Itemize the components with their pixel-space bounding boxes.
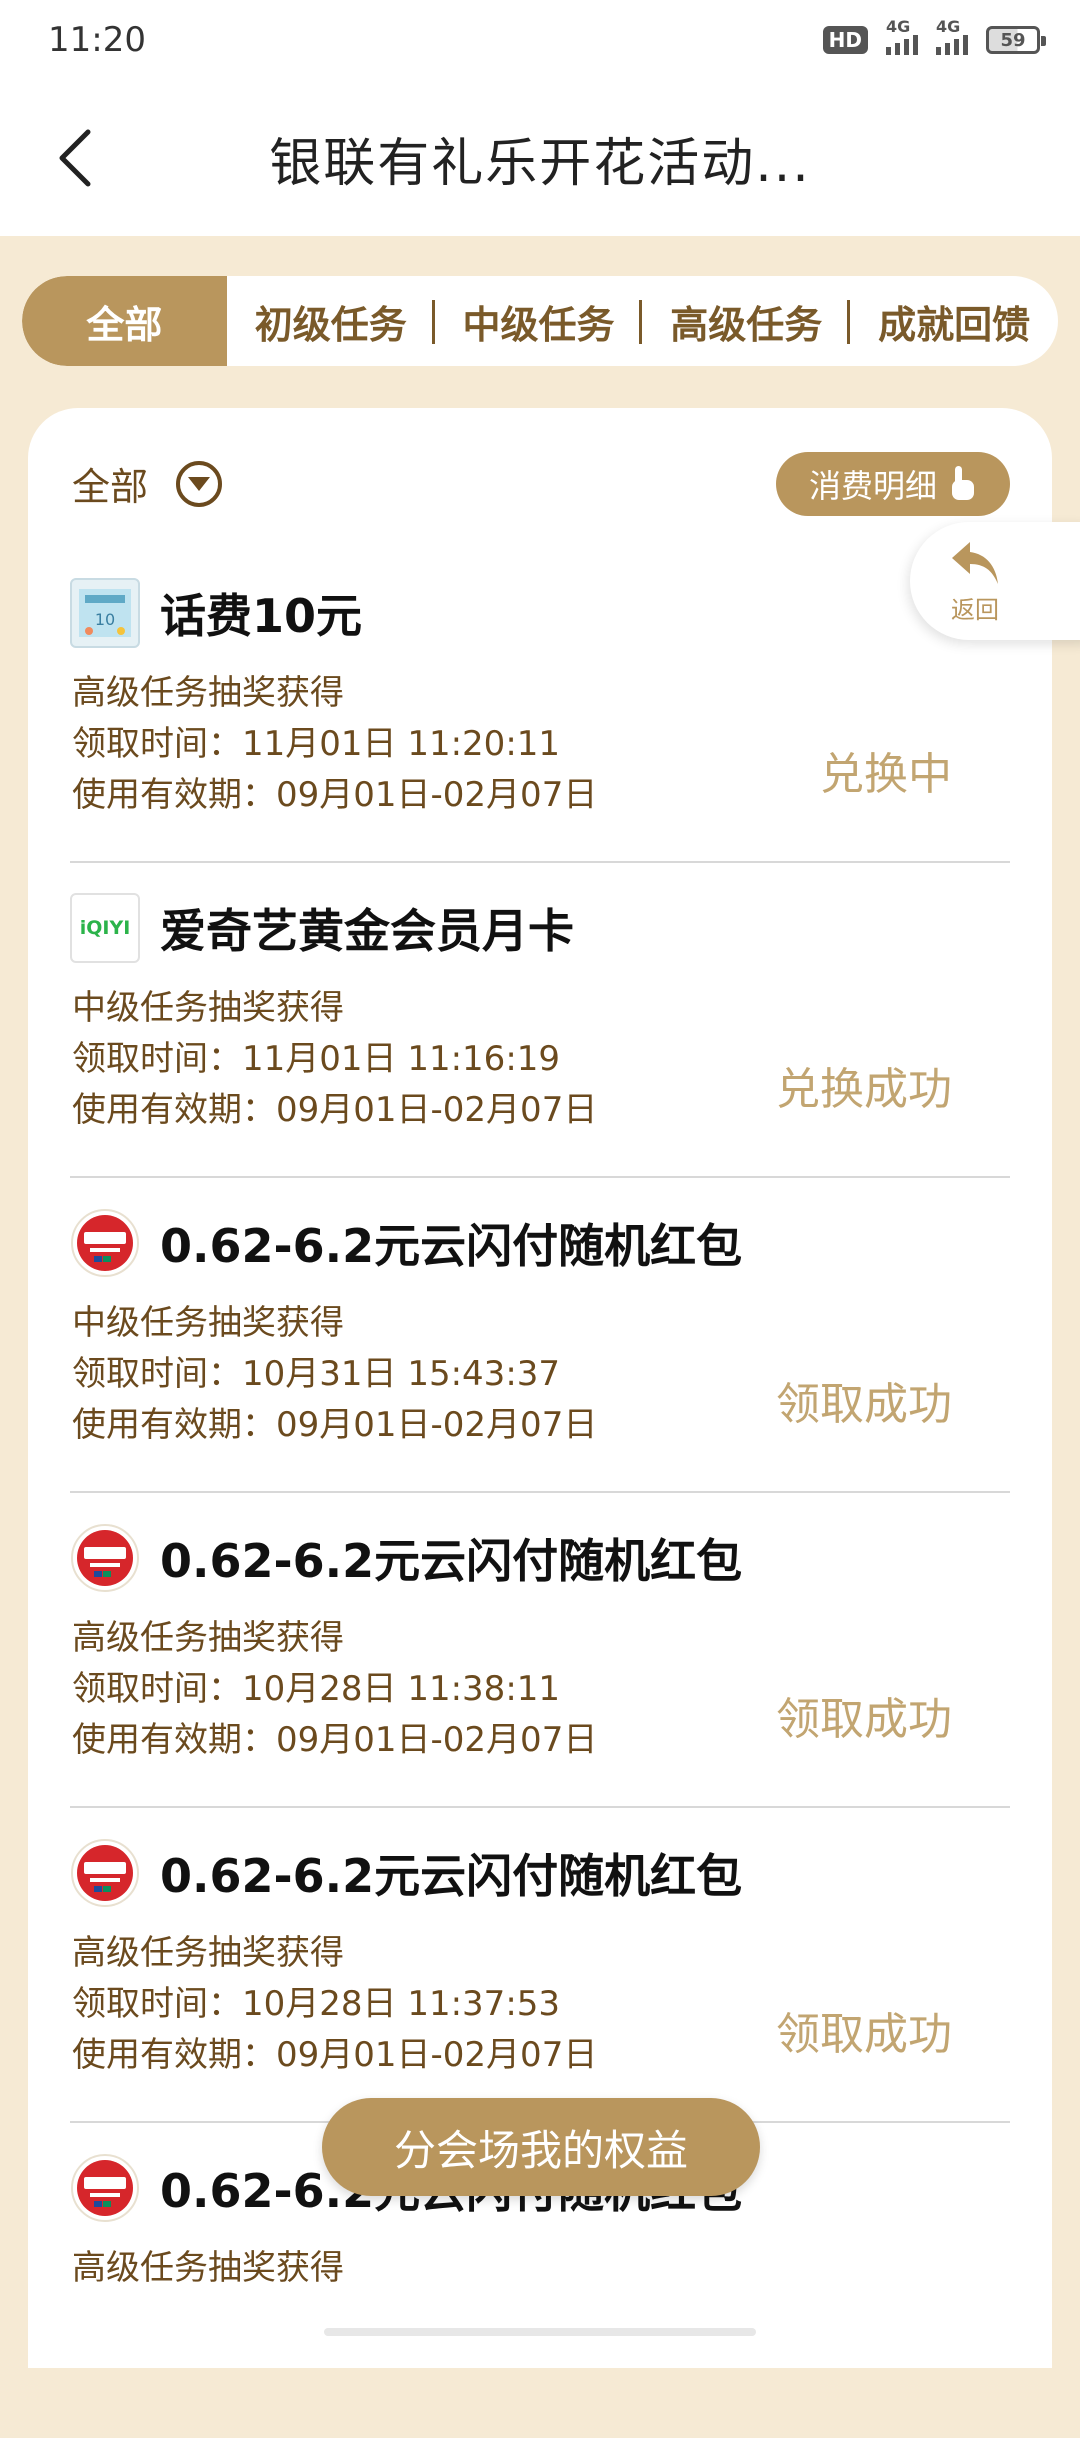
signal-icon: 4G [936, 17, 968, 55]
battery-icon: 59 [986, 26, 1046, 54]
item-claim-time: 领取时间：10月28日 11:38:11 [72, 1669, 561, 1709]
dropdown-circle-icon [176, 460, 223, 507]
return-arrow-icon [952, 541, 998, 584]
tab-intermediate[interactable]: 中级任务 [435, 276, 643, 366]
item-claim-time: 领取时间：11月01日 11:16:19 [72, 1039, 561, 1079]
item-status: 兑换中 [820, 749, 952, 800]
item-status: 领取成功 [776, 2009, 952, 2060]
list-item[interactable]: 0.62-6.2元云闪付随机红包 高级任务抽奖获得 领取时间：10月28日 11… [70, 1808, 1010, 2123]
list-item[interactable]: 0.62-6.2元云闪付随机红包 高级任务抽奖获得 领取时间：10月28日 11… [70, 1493, 1010, 1808]
back-button[interactable] [44, 126, 104, 190]
tab-beginner[interactable]: 初级任务 [227, 276, 435, 366]
item-claim-time: 领取时间：10月28日 11:37:53 [72, 1984, 561, 2024]
item-source: 中级任务抽奖获得 [72, 1303, 344, 1343]
item-name: 0.62-6.2元云闪付随机红包 [160, 1849, 743, 1903]
status-time: 11:20 [48, 20, 146, 60]
item-status: 兑换成功 [776, 1064, 952, 1115]
item-status: 领取成功 [776, 1694, 952, 1745]
item-claim-time: 领取时间：10月31日 15:43:37 [72, 1354, 561, 1394]
tab-advanced[interactable]: 高级任务 [642, 276, 850, 366]
item-valid-period: 使用有效期：09月01日-02月07日 [72, 775, 598, 815]
item-source: 高级任务抽奖获得 [72, 2248, 344, 2288]
item-source: 高级任务抽奖获得 [72, 673, 344, 713]
item-name: 0.62-6.2元云闪付随机红包 [160, 1534, 743, 1588]
item-source: 高级任务抽奖获得 [72, 1933, 344, 1973]
item-claim-time: 领取时间：11月01日 11:20:11 [72, 724, 561, 764]
nav-bar: 银联有礼乐开花活动... [0, 80, 1080, 236]
consumption-detail-button[interactable]: 消费明细 [776, 452, 1010, 516]
list-item[interactable]: 0.62-6.2元云闪付随机红包 中级任务抽奖获得 领取时间：10月31日 15… [70, 1178, 1010, 1493]
hd-icon: HD [822, 26, 868, 54]
task-tabs: 全部 初级任务 中级任务 高级任务 成就回馈 [22, 276, 1058, 366]
tab-all[interactable]: 全部 [22, 276, 227, 366]
item-valid-period: 使用有效期：09月01日-02月07日 [72, 2035, 598, 2075]
unionpay-icon [70, 1523, 140, 1593]
item-name: 爱奇艺黄金会员月卡 [160, 904, 574, 958]
item-valid-period: 使用有效期：09月01日-02月07日 [72, 1090, 598, 1130]
filter-dropdown[interactable]: 全部 [72, 456, 223, 511]
page-title: 银联有礼乐开花活动... [269, 133, 811, 194]
unionpay-icon [70, 1838, 140, 1908]
return-label: 返回 [951, 595, 999, 624]
item-valid-period: 使用有效期：09月01日-02月07日 [72, 1720, 598, 1760]
item-name: 0.62-6.2元云闪付随机红包 [160, 1219, 743, 1273]
chevron-left-icon [59, 129, 91, 187]
status-icons: HD 4G 4G 59 [822, 17, 1046, 55]
list-item[interactable]: iQIYI 爱奇艺黄金会员月卡 中级任务抽奖获得 领取时间：11月01日 11:… [70, 863, 1010, 1178]
home-indicator[interactable] [324, 2328, 756, 2336]
filter-label: 全部 [72, 465, 149, 509]
item-name: 话费10元 [160, 589, 363, 643]
unionpay-icon [70, 2153, 140, 2223]
item-source: 中级任务抽奖获得 [72, 988, 344, 1028]
rewards-card: 全部 消费明细 10 话费10元 高级任务抽奖获得 领取时间：11月01日 11… [28, 408, 1052, 2368]
list-item[interactable]: 10 话费10元 高级任务抽奖获得 领取时间：11月01日 11:20:11 使… [70, 548, 1010, 863]
svg-text:10: 10 [95, 610, 115, 629]
item-valid-period: 使用有效期：09月01日-02月07日 [72, 1405, 598, 1445]
phone-credit-icon: 10 [70, 578, 140, 648]
detail-button-label: 消费明细 [808, 467, 937, 505]
unionpay-icon [70, 1208, 140, 1278]
hand-pointer-icon [952, 466, 974, 500]
status-bar: 11:20 HD 4G 4G 59 [0, 0, 1080, 80]
my-benefits-button[interactable]: 分会场我的权益 [322, 2098, 760, 2196]
item-status: 领取成功 [776, 1379, 952, 1430]
return-button[interactable]: 返回 [910, 522, 1080, 640]
tab-achievement[interactable]: 成就回馈 [850, 276, 1058, 366]
item-source: 高级任务抽奖获得 [72, 1618, 344, 1658]
signal-icon: 4G [886, 17, 918, 55]
iqiyi-icon: iQIYI [70, 893, 140, 963]
